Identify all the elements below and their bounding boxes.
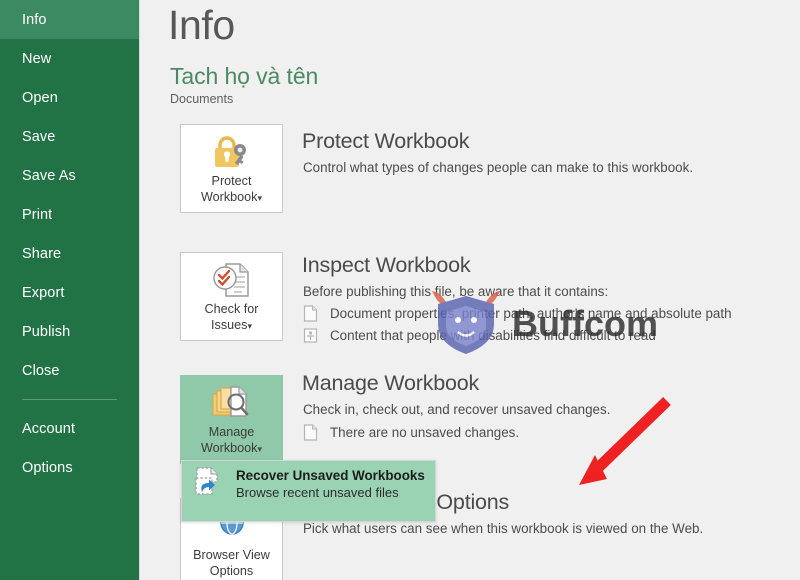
file-path: Documents [170, 92, 234, 106]
protect-button-label-2: Workbook [201, 190, 258, 204]
manage-workbook-dropdown-menu: Recover Unsaved Workbooks Browse recent … [181, 460, 436, 522]
file-name: Tach họ và tên [170, 63, 319, 89]
sidebar-item-label: Publish [22, 323, 71, 340]
inspect-workbook-heading: Inspect Workbook [302, 253, 471, 277]
sidebar-divider [22, 399, 117, 400]
sidebar-item-account[interactable]: Account [0, 409, 139, 448]
protect-workbook-button[interactable]: Protect Workbook▾ [180, 124, 283, 213]
page-title: Info [168, 2, 235, 48]
inspect-workbook-description: Before publishing this file, be aware th… [303, 284, 609, 299]
browser-view-button-label-2: Options [209, 564, 254, 578]
inspect-bullet-row: Document properties, printer path, autho… [303, 305, 732, 322]
menu-item-subtitle: Browse recent unsaved files [236, 484, 399, 500]
sidebar-item-print[interactable]: Print [0, 195, 139, 234]
sidebar-item-label: Save As [22, 167, 76, 184]
sidebar-item-label: Print [22, 206, 53, 223]
document-bullet-icon [303, 305, 318, 322]
documents-magnifier-icon [211, 385, 253, 421]
excel-backstage-info-screen: Info New Open Save Save As Print Share E… [0, 0, 800, 580]
recover-unsaved-workbooks-menu-item[interactable]: Recover Unsaved Workbooks Browse recent … [182, 461, 437, 506]
inspect-bullet-text: Content that people with disabilities fi… [330, 328, 656, 343]
manage-bullet-row: There are no unsaved changes. [303, 424, 519, 441]
sidebar-item-options[interactable]: Options [0, 448, 139, 487]
sidebar-item-new[interactable]: New [0, 39, 139, 78]
sidebar-item-save[interactable]: Save [0, 117, 139, 156]
manage-bullet-text: There are no unsaved changes. [330, 425, 520, 440]
inspect-button-label-1: Check for [204, 302, 259, 316]
sidebar-item-label: Open [22, 89, 58, 106]
manage-workbook-description: Check in, check out, and recover unsaved… [303, 402, 611, 417]
sidebar-item-info[interactable]: Info [0, 0, 139, 39]
manage-workbook-heading: Manage Workbook [302, 371, 480, 395]
sidebar-item-label: Share [22, 245, 62, 262]
sidebar-item-label: Info [22, 11, 47, 28]
browser-view-button-label-1: Browser View [193, 548, 270, 562]
sidebar-item-label: Export [22, 284, 65, 301]
inspect-button-label-2: Issues [211, 318, 248, 332]
sidebar-item-label: New [22, 50, 52, 67]
sidebar-item-label: Options [22, 459, 73, 476]
chevron-down-icon: ▾ [257, 193, 262, 203]
accessibility-bullet-icon [303, 327, 318, 344]
sidebar-item-export[interactable]: Export [0, 273, 139, 312]
recover-document-icon [193, 465, 225, 502]
manage-button-label-2: Workbook [201, 441, 258, 455]
sidebar-item-publish[interactable]: Publish [0, 312, 139, 351]
sidebar-item-save-as[interactable]: Save As [0, 156, 139, 195]
chevron-down-icon: ▾ [247, 321, 252, 331]
protect-button-label-1: Protect [211, 174, 252, 188]
sidebar-item-share[interactable]: Share [0, 234, 139, 273]
manage-workbook-button[interactable]: Manage Workbook▾ [180, 375, 283, 464]
padlock-key-icon [211, 134, 253, 170]
sidebar-item-open[interactable]: Open [0, 78, 139, 117]
sidebar-item-label: Account [22, 420, 76, 437]
inspect-bullet-text: Document properties, printer path, autho… [330, 306, 732, 321]
backstage-sidebar: Info New Open Save Save As Print Share E… [0, 0, 140, 580]
sidebar-item-label: Save [22, 128, 56, 145]
protect-workbook-description: Control what types of changes people can… [303, 160, 694, 175]
manage-button-label-1: Manage [208, 425, 255, 439]
chevron-down-icon: ▾ [257, 444, 262, 454]
sidebar-item-label: Close [22, 362, 60, 379]
browser-view-options-description: Pick what users can see when this workbo… [303, 521, 704, 536]
inspect-bullet-row: Content that people with disabilities fi… [303, 327, 656, 344]
check-for-issues-button[interactable]: Check for Issues▾ [180, 252, 283, 341]
document-checklist-icon [212, 262, 252, 298]
protect-workbook-heading: Protect Workbook [302, 129, 470, 153]
menu-item-title: Recover Unsaved Workbooks [236, 467, 425, 483]
document-bullet-icon [303, 424, 318, 441]
sidebar-item-close[interactable]: Close [0, 351, 139, 390]
